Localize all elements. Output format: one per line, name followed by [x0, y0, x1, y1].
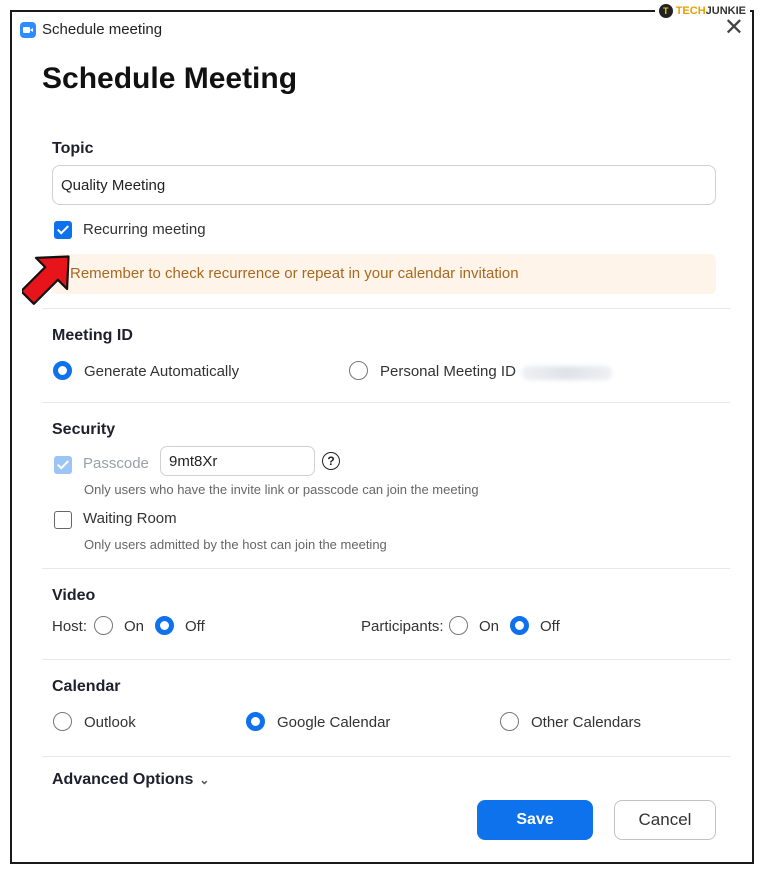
recurring-label: Recurring meeting — [83, 221, 206, 238]
video-label: Video — [52, 587, 96, 604]
passcode-label: Passcode — [83, 455, 149, 472]
waiting-room-hint: Only users admitted by the host can join… — [84, 537, 387, 552]
recurrence-notice-text: Remember to check recurrence or repeat i… — [70, 265, 519, 282]
topic-input[interactable]: Quality Meeting — [52, 165, 716, 205]
red-arrow-icon — [22, 255, 70, 305]
save-button[interactable]: Save — [477, 800, 593, 840]
generate-automatically-label: Generate Automatically — [84, 363, 240, 380]
host-on-label: On — [124, 618, 145, 635]
personal-meeting-id-label: Personal Meeting ID — [380, 363, 516, 380]
divider — [42, 756, 730, 757]
divider — [42, 402, 730, 403]
close-icon[interactable]: ✕ — [724, 16, 744, 40]
techjunkie-watermark: T TECH JUNKIE — [654, 4, 750, 18]
topic-label: Topic — [52, 140, 94, 157]
divider — [42, 568, 730, 569]
advanced-options-label: Advanced Options — [52, 771, 194, 788]
host-video-off-radio[interactable] — [155, 616, 174, 635]
passcode-hint: Only users who have the invite link or p… — [84, 482, 479, 497]
watermark-brand-b: JUNKIE — [705, 5, 746, 17]
calendar-label: Calendar — [52, 678, 121, 695]
other-calendars-label: Other Calendars — [531, 714, 642, 731]
recurrence-notice: Remember to check recurrence or repeat i… — [52, 254, 716, 294]
advanced-options-toggle[interactable]: Advanced Options ⌄ — [52, 771, 209, 789]
help-icon[interactable]: ? — [322, 452, 340, 470]
blurred-personal-id — [522, 366, 612, 380]
meeting-id-label: Meeting ID — [52, 327, 133, 344]
zoom-app-icon — [20, 22, 36, 38]
host-video-on-radio[interactable] — [94, 616, 113, 635]
outlook-label: Outlook — [84, 714, 136, 731]
participants-label: Participants: — [361, 618, 444, 635]
other-calendars-radio[interactable] — [500, 712, 519, 731]
window-title: Schedule meeting — [42, 21, 163, 38]
page-title: Schedule Meeting — [42, 62, 298, 95]
passcode-input[interactable]: 9mt8Xr — [160, 446, 315, 476]
techjunkie-logo-icon: T — [658, 4, 673, 18]
divider — [42, 308, 730, 309]
host-label: Host: — [52, 618, 88, 635]
watermark-brand-a: TECH — [675, 5, 706, 17]
google-calendar-radio[interactable] — [246, 712, 265, 731]
divider — [42, 659, 730, 660]
participants-off-label: Off — [540, 618, 560, 635]
recurring-checkbox[interactable] — [54, 221, 72, 239]
participants-on-label: On — [479, 618, 500, 635]
passcode-checkbox[interactable] — [54, 456, 72, 474]
participants-video-off-radio[interactable] — [510, 616, 529, 635]
schedule-meeting-window: Schedule meeting ✕ T TECH JUNKIE — [10, 4, 754, 864]
waiting-room-checkbox[interactable] — [54, 511, 72, 529]
cancel-button[interactable]: Cancel — [614, 800, 716, 840]
waiting-room-label: Waiting Room — [83, 510, 177, 527]
personal-meeting-id-radio[interactable] — [349, 361, 368, 380]
host-off-label: Off — [185, 618, 205, 635]
security-label: Security — [52, 421, 116, 438]
participants-video-on-radio[interactable] — [449, 616, 468, 635]
outlook-radio[interactable] — [53, 712, 72, 731]
title-bar: Schedule meeting ✕ — [12, 12, 752, 48]
google-calendar-label: Google Calendar — [277, 714, 391, 731]
chevron-down-icon: ⌄ — [199, 773, 210, 787]
generate-automatically-radio[interactable] — [53, 361, 72, 380]
